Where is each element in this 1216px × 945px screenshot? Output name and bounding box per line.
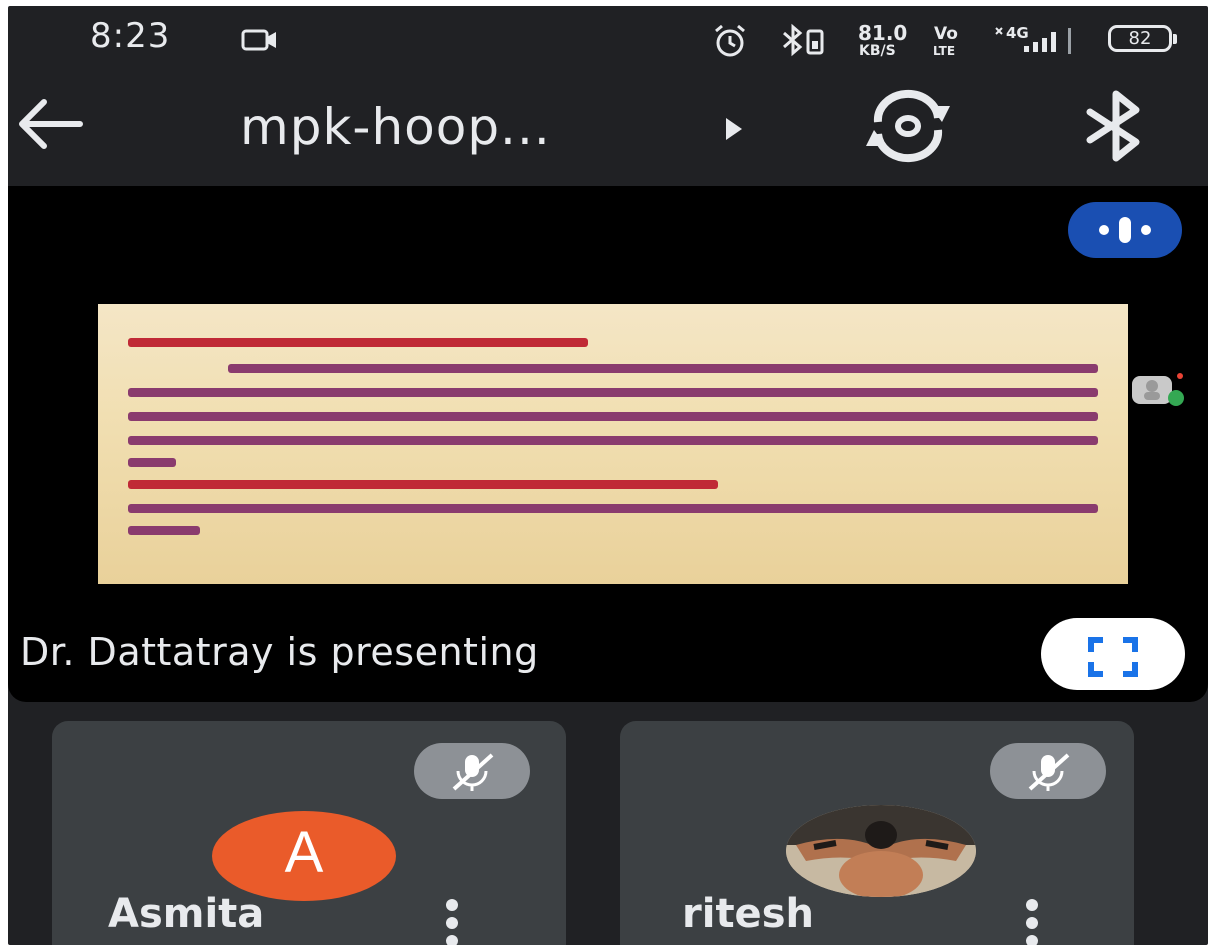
volte-lte-label: LTE <box>933 44 956 58</box>
mic-off-indicator <box>414 743 530 799</box>
battery-icon: 82 <box>1108 25 1177 52</box>
slide-text-line <box>128 412 1098 421</box>
speaking-indicator <box>1068 202 1182 258</box>
fullscreen-icon <box>1088 637 1138 677</box>
net-speed-unit: KB/S <box>859 43 896 59</box>
self-view-thumbnail[interactable] <box>1130 372 1186 408</box>
volte-label: Vo <box>934 24 958 44</box>
screen-record-icon <box>241 29 276 51</box>
slide-text-line <box>228 364 1098 373</box>
avatar: A <box>212 811 396 901</box>
meeting-title[interactable]: mpk-hoop... <box>240 98 551 156</box>
mic-off-indicator <box>990 743 1106 799</box>
more-vert-icon <box>1026 899 1038 911</box>
alarm-icon <box>715 24 745 57</box>
more-options-button[interactable] <box>1020 893 1044 945</box>
more-options-button[interactable] <box>440 893 464 945</box>
slide-text-line <box>128 526 200 535</box>
participant-name: ritesh <box>682 891 814 937</box>
switch-camera-icon[interactable] <box>860 88 956 164</box>
mic-off-icon <box>452 753 494 791</box>
slide-heading <box>128 338 588 347</box>
net-speed-value: 81.0 <box>858 21 908 45</box>
presenter-status: Dr. Dattatray is presenting <box>20 630 539 674</box>
participant-tile[interactable]: ritesh <box>620 721 1134 945</box>
fullscreen-button[interactable] <box>1041 618 1185 690</box>
slide-subheading <box>128 480 718 489</box>
status-bar: 8:23 81.0 KB/S Vo LTE 4G 82 <box>8 6 1208 68</box>
more-vert-icon <box>446 899 458 911</box>
mic-off-icon <box>1028 753 1070 791</box>
bluetooth-battery-icon <box>783 23 824 57</box>
slide-text-line <box>128 504 1098 513</box>
meet-screen: 8:23 81.0 KB/S Vo LTE 4G 82 mpk-hoop... … <box>8 6 1208 945</box>
bluetooth-icon[interactable] <box>1080 90 1152 162</box>
participant-name: Asmita <box>108 891 265 937</box>
signal-icon <box>995 27 1071 54</box>
app-bar: mpk-hoop... <box>8 68 1208 186</box>
slide-text-line <box>128 388 1098 397</box>
presentation-stage[interactable]: Dr. Dattatray is presenting <box>8 186 1208 702</box>
expand-details-icon[interactable] <box>726 118 742 140</box>
participant-tile[interactable]: A Asmita <box>52 721 566 945</box>
avatar-initial: A <box>284 820 324 885</box>
slide-text-line <box>128 458 176 467</box>
clock: 8:23 <box>90 16 171 56</box>
shared-slide <box>98 304 1128 584</box>
slide-text-line <box>128 436 1098 445</box>
avatar-photo <box>786 805 976 897</box>
back-arrow-icon[interactable] <box>10 94 86 154</box>
profile-photo <box>786 805 976 897</box>
audio-level-icon <box>1099 217 1151 243</box>
